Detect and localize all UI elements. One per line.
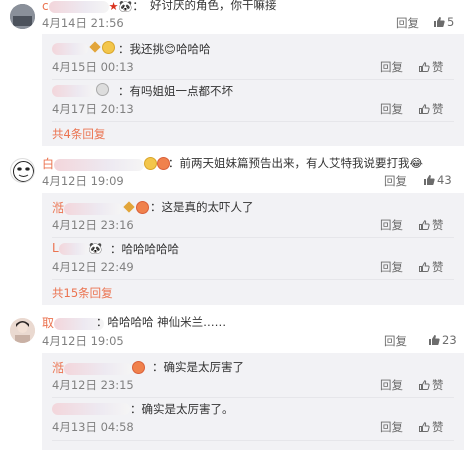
comment-author[interactable]: 白 (42, 155, 171, 172)
like-button[interactable]: 43 (423, 173, 452, 187)
like-button[interactable]: 赞 (418, 259, 444, 275)
vip-badge-icon (89, 41, 101, 53)
like-button[interactable]: 赞 (418, 419, 444, 435)
panda-icon: 🐼 (118, 0, 133, 13)
reply-text: ：确实是太厉害了 (152, 360, 244, 374)
reply-author[interactable] (52, 41, 115, 55)
reply-author[interactable]: L 🐼 (52, 241, 102, 255)
reply-button[interactable]: 回复 (396, 15, 419, 31)
avatar[interactable] (10, 4, 35, 29)
reply-text: ：这是真的太吓人了 (150, 200, 254, 214)
thumb-up-outline-icon (419, 422, 430, 432)
username-blur (52, 42, 88, 55)
reply-time: 4月13日 04:58 (52, 420, 134, 434)
medal-icon (102, 41, 115, 54)
comment-text: ：哈哈哈哈 神仙米兰…… (96, 315, 227, 329)
comment-author[interactable]: c ★🐼： (42, 0, 144, 14)
vip-badge-icon (123, 201, 135, 213)
reply-time: 4月12日 22:49 (52, 260, 134, 274)
comment-time: 4月14日 21:56 (42, 16, 124, 30)
reply-author[interactable] (52, 401, 130, 415)
fan-badge-icon (136, 201, 150, 214)
reply-button[interactable]: 回复 (384, 333, 407, 349)
thumb-up-icon (424, 175, 435, 185)
reply-text: ：确实是太厉害了。 (130, 402, 234, 416)
reply-button[interactable]: 回复 (384, 173, 407, 189)
username-blur (64, 362, 133, 375)
more-replies-link[interactable]: 共4条回复 (52, 126, 105, 142)
thumb-up-icon (434, 17, 445, 27)
reply-button[interactable]: 回复 (380, 259, 403, 275)
reply-text: ：有吗姐姐一点都不坏 (118, 84, 233, 98)
username-blur (48, 0, 109, 13)
reply-author[interactable]: 湉 (52, 359, 146, 376)
reply-button[interactable]: 回复 (380, 59, 403, 75)
reply-button[interactable]: 回复 (380, 377, 403, 393)
thumb-up-outline-icon (419, 104, 430, 114)
username-blur (54, 158, 145, 171)
divider (52, 279, 454, 280)
like-button[interactable]: 赞 (418, 377, 444, 393)
divider (52, 79, 454, 80)
like-button[interactable]: 赞 (418, 217, 444, 233)
username-blur (52, 402, 130, 415)
fan-badge-icon (132, 361, 146, 374)
reply-time: 4月12日 23:15 (52, 378, 134, 392)
thumb-up-outline-icon (419, 62, 430, 72)
more-replies-link[interactable]: 共15条回复 (52, 285, 113, 301)
like-button[interactable]: 23 (428, 333, 457, 347)
divider (52, 397, 454, 398)
username-blur (64, 202, 123, 215)
like-button[interactable]: 赞 (418, 59, 444, 75)
like-button[interactable]: 赞 (418, 101, 444, 117)
username-blur (52, 84, 96, 97)
comment-text: 好讨厌的角色，你干嘛接 (150, 0, 277, 12)
reply-button[interactable]: 回复 (380, 101, 403, 117)
avatar[interactable] (10, 158, 35, 183)
thumb-up-outline-icon (419, 380, 430, 390)
reply-button[interactable]: 回复 (380, 217, 403, 233)
comment-text: ：前两天姐妹篇预告出来，有人艾特我说要打我😂 (168, 156, 423, 170)
reply-time: 4月12日 23:16 (52, 218, 134, 232)
badge-icon (96, 83, 109, 96)
reply-author[interactable] (52, 83, 109, 97)
reply-time: 4月17日 20:13 (52, 102, 134, 116)
divider (52, 237, 454, 238)
reply-author[interactable]: 湉 (52, 199, 150, 216)
comment-time: 4月12日 19:05 (42, 334, 124, 348)
reply-time: 4月15日 00:13 (52, 60, 134, 74)
divider (52, 440, 454, 441)
avatar[interactable] (10, 318, 35, 343)
reply-button[interactable]: 回复 (380, 419, 403, 435)
thumb-up-outline-icon (419, 220, 430, 230)
panda-icon: 🐼 (88, 242, 103, 255)
thumb-up-icon (429, 335, 440, 345)
thumb-up-outline-icon (419, 262, 430, 272)
like-button[interactable]: 5 (433, 15, 454, 29)
username-blur (58, 242, 89, 255)
comment-author[interactable]: 取 (42, 314, 105, 331)
star-icon: ★ (108, 0, 119, 13)
reply-text: ：我还挑😊哈哈哈 (118, 42, 211, 56)
reply-text: ：哈哈哈哈哈 (110, 242, 179, 256)
medal-icon (144, 157, 158, 170)
divider (52, 121, 454, 122)
comment-time: 4月12日 19:09 (42, 174, 124, 188)
